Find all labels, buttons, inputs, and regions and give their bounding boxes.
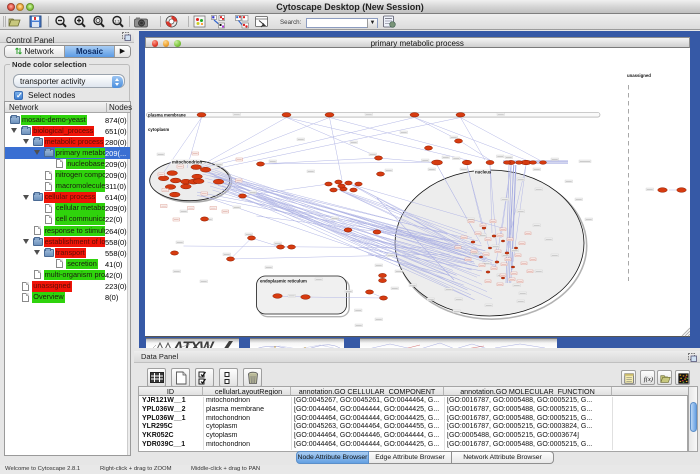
svg-text:plasma membrane: plasma membrane bbox=[148, 113, 186, 118]
svg-text:unassigned: unassigned bbox=[627, 73, 651, 78]
svg-text:mitochondrion: mitochondrion bbox=[172, 160, 202, 165]
svg-text:1:1: 1:1 bbox=[114, 18, 120, 23]
svg-text:f(x): f(x) bbox=[644, 376, 654, 383]
svg-text:nucleus: nucleus bbox=[475, 170, 492, 175]
svg-text:ΛTXW: ΛTXW bbox=[172, 341, 215, 348]
svg-text:cytoplasm: cytoplasm bbox=[148, 127, 169, 132]
svg-text:endoplasmic reticulum: endoplasmic reticulum bbox=[260, 279, 307, 284]
